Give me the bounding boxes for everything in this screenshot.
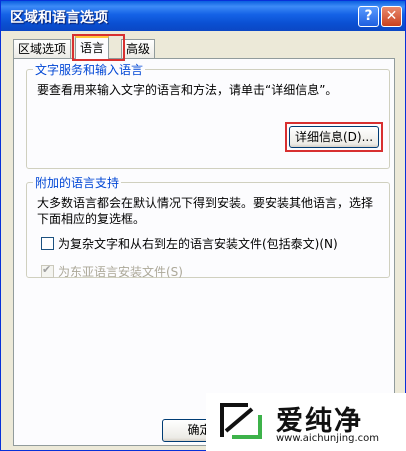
checkmark-icon: ✔ [42, 263, 52, 276]
tab-regional-options[interactable]: 区域选项 [13, 39, 72, 58]
complex-script-label: 为复杂文字和从右到左的语言安装文件(包括泰文)(N) [58, 237, 338, 251]
text-services-description: 要查看用来输入文字的语言和方法，请单击“详细信息”。 [37, 83, 338, 97]
tab-advanced[interactable]: 高级 [121, 39, 156, 58]
supplemental-description-line2: 下面相应的复选框。 [37, 212, 146, 226]
close-icon: ✕ [385, 8, 398, 24]
tab-highlight-box [72, 34, 125, 61]
window-title: 区域和语言选项 [10, 10, 108, 26]
supplemental-description-line1: 大多数语言都会在默认情况下得到安装。要安装其他语言，选择 [37, 196, 374, 210]
east-asian-label: 为东亚语言安装文件(S) [58, 265, 183, 279]
watermark: 爱纯净 www.aichunjing.com [206, 393, 406, 451]
text-services-legend: 文字服务和输入语言 [35, 63, 144, 77]
help-button[interactable]: ? [358, 6, 379, 27]
close-button[interactable]: ✕ [381, 6, 402, 27]
east-asian-checkbox: ✔ [41, 263, 54, 278]
help-icon: ? [364, 8, 373, 24]
supplemental-legend: 附加的语言支持 [35, 176, 120, 190]
complex-script-option[interactable]: 为复杂文字和从右到左的语言安装文件(包括泰文)(N) [41, 237, 338, 251]
aichunjing-logo-icon [220, 403, 262, 439]
details-button[interactable]: 详细信息(D)... [289, 126, 379, 148]
complex-script-checkbox[interactable] [41, 237, 54, 250]
dialog-window: 区域和语言选项 ? ✕ 区域选项 语言 高级 文字服务和输入语言 要查看用来输入… [0, 0, 406, 451]
watermark-url: www.aichunjing.com [276, 433, 379, 444]
title-bar[interactable]: 区域和语言选项 ? ✕ [1, 1, 405, 31]
text-services-group: 文字服务和输入语言 要查看用来输入文字的语言和方法，请单击“详细信息”。 详细信… [26, 61, 390, 169]
dialog-client-area: 区域选项 语言 高级 文字服务和输入语言 要查看用来输入文字的语言和方法，请单击… [4, 31, 402, 447]
supplemental-language-group: 附加的语言支持 大多数语言都会在默认情况下得到安装。要安装其他语言，选择 下面相… [26, 174, 390, 279]
tab-panel-languages: 文字服务和输入语言 要查看用来输入文字的语言和方法，请单击“详细信息”。 详细信… [13, 58, 395, 446]
east-asian-option: ✔ 为东亚语言安装文件(S) [41, 263, 183, 279]
